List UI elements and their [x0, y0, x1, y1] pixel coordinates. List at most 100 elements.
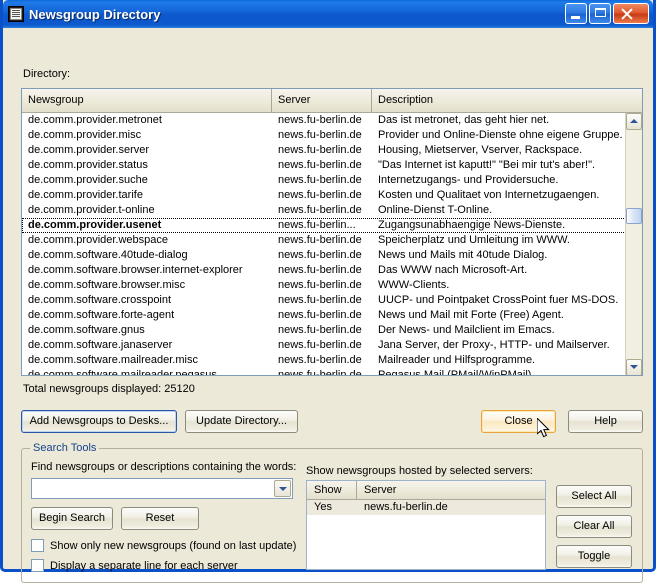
servers-rows: Yesnews.fu-berlin.de — [307, 500, 545, 515]
cell-server: news.fu-berlin.de — [272, 233, 372, 248]
cell-server: news.fu-berlin.de — [272, 203, 372, 218]
chevron-down-icon[interactable] — [274, 480, 291, 497]
show-only-new-checkbox[interactable]: Show only new newsgroups (found on last … — [31, 539, 296, 552]
column-header-newsgroup[interactable]: Newsgroup — [22, 89, 272, 112]
cell-newsgroup: de.comm.provider.tarife — [22, 188, 272, 203]
cell-server: news.fu-berlin.de — [272, 353, 372, 368]
table-row[interactable]: de.comm.software.gnusnews.fu-berlin.deDe… — [22, 323, 642, 338]
newsgroup-directory-window: Newsgroup Directory Directory: Newsgroup… — [0, 0, 656, 572]
toggle-button[interactable]: Toggle — [556, 545, 632, 568]
cell-server: news.fu-berlin.de — [272, 278, 372, 293]
table-row[interactable]: de.comm.software.browser.internet-explor… — [22, 263, 642, 278]
cell-server: news.fu-berlin.de — [272, 158, 372, 173]
scroll-down-icon[interactable] — [626, 359, 642, 376]
title-bar[interactable]: Newsgroup Directory — [3, 0, 653, 28]
cell-newsgroup: de.comm.software.crosspoint — [22, 293, 272, 308]
table-row[interactable]: de.comm.provider.webspacenews.fu-berlin.… — [22, 233, 642, 248]
cell-newsgroup: de.comm.provider.usenet — [22, 218, 272, 233]
cell-server: news.fu-berlin.de — [272, 248, 372, 263]
table-row[interactable]: de.comm.provider.suchenews.fu-berlin.deI… — [22, 173, 642, 188]
separate-line-checkbox[interactable]: Display a separate line for each server — [31, 559, 238, 572]
newsgroup-listview[interactable]: Newsgroup Server Description de.comm.pro… — [21, 88, 643, 376]
table-row[interactable]: de.comm.software.forte-agentnews.fu-berl… — [22, 308, 642, 323]
cell-description: "Das Internet ist kaputt!" "Bei mir tut'… — [372, 158, 642, 173]
cell-description: Das WWW nach Microsoft-Art. — [372, 263, 642, 278]
cell-server: news.fu-berlin.de — [272, 113, 372, 128]
cell-server-name: news.fu-berlin.de — [357, 500, 545, 515]
cell-newsgroup: de.comm.provider.metronet — [22, 113, 272, 128]
cell-server: news.fu-berlin.de — [272, 323, 372, 338]
add-newsgroups-button[interactable]: Add Newsgroups to Desks... — [21, 410, 177, 433]
cell-newsgroup: de.comm.software.gnus — [22, 323, 272, 338]
cell-server: news.fu-berlin.de — [272, 308, 372, 323]
separate-line-label: Display a separate line for each server — [50, 560, 238, 572]
table-row[interactable]: de.comm.software.crosspointnews.fu-berli… — [22, 293, 642, 308]
minimize-button[interactable] — [565, 3, 587, 24]
listview-header: Newsgroup Server Description — [22, 89, 642, 113]
cell-description: Das ist metronet, das geht hier net. — [372, 113, 642, 128]
cell-description: News und Mails mit 40tude Dialog. — [372, 248, 642, 263]
table-row[interactable]: de.comm.provider.miscnews.fu-berlin.dePr… — [22, 128, 642, 143]
client-area: Directory: Newsgroup Server Description … — [3, 28, 653, 569]
cell-newsgroup: de.comm.software.forte-agent — [22, 308, 272, 323]
server-row[interactable]: Yesnews.fu-berlin.de — [307, 500, 545, 515]
close-window-button[interactable] — [613, 3, 649, 24]
total-newsgroups-status: Total newsgroups displayed: 25120 — [23, 383, 195, 395]
table-row[interactable]: de.comm.software.browser.miscnews.fu-ber… — [22, 278, 642, 293]
listview-scrollbar[interactable] — [625, 113, 642, 376]
cell-server: news.fu-berlin.de — [272, 293, 372, 308]
cell-server: news.fu-berlin.de — [272, 338, 372, 353]
servers-listview[interactable]: Show Server Yesnews.fu-berlin.de — [306, 480, 546, 570]
column-header-server[interactable]: Server — [272, 89, 372, 112]
cell-description: Der News- und Mailclient im Emacs. — [372, 323, 642, 338]
cell-server: news.fu-berlin.de — [272, 143, 372, 158]
update-directory-button[interactable]: Update Directory... — [185, 410, 298, 433]
checkbox-box[interactable] — [31, 539, 44, 552]
column-header-show[interactable]: Show — [307, 481, 357, 499]
cell-server: news.fu-berlin... — [272, 218, 372, 233]
cell-server: news.fu-berlin.de — [272, 263, 372, 278]
cell-server: news.fu-berlin.de — [272, 368, 372, 376]
begin-search-button[interactable]: Begin Search — [31, 507, 113, 530]
search-words-combo[interactable] — [31, 478, 293, 499]
reset-button[interactable]: Reset — [121, 507, 199, 530]
table-row[interactable]: de.comm.software.mailreader.miscnews.fu-… — [22, 353, 642, 368]
scrollbar-thumb[interactable] — [626, 208, 642, 224]
cell-description: Zugangsunabhaengige News-Dienste. — [372, 218, 642, 233]
cell-description: Housing, Mietserver, Vserver, Rackspace. — [372, 143, 642, 158]
close-button[interactable]: Close — [481, 410, 556, 433]
directory-label: Directory: — [23, 68, 70, 80]
table-row[interactable]: de.comm.software.janaservernews.fu-berli… — [22, 338, 642, 353]
table-row[interactable]: de.comm.provider.tarifenews.fu-berlin.de… — [22, 188, 642, 203]
cell-description: WWW-Clients. — [372, 278, 642, 293]
cell-show: Yes — [307, 500, 357, 515]
table-row[interactable]: de.comm.provider.statusnews.fu-berlin.de… — [22, 158, 642, 173]
checkbox-box[interactable] — [31, 559, 44, 572]
find-words-label: Find newsgroups or descriptions containi… — [31, 461, 296, 473]
table-row[interactable]: de.comm.provider.metronetnews.fu-berlin.… — [22, 113, 642, 128]
column-header-server-name[interactable]: Server — [357, 481, 535, 499]
table-row[interactable]: de.comm.provider.t-onlinenews.fu-berlin.… — [22, 203, 642, 218]
cell-newsgroup: de.comm.software.40tude-dialog — [22, 248, 272, 263]
table-row[interactable]: de.comm.software.40tude-dialognews.fu-be… — [22, 248, 642, 263]
select-all-button[interactable]: Select All — [556, 485, 632, 508]
cell-server: news.fu-berlin.de — [272, 173, 372, 188]
clear-all-button[interactable]: Clear All — [556, 515, 632, 538]
newspaper-icon — [8, 6, 24, 22]
cell-newsgroup: de.comm.provider.status — [22, 158, 272, 173]
window-controls — [565, 3, 649, 24]
cell-newsgroup: de.comm.software.mailreader.misc — [22, 353, 272, 368]
cell-description: Online-Dienst T-Online. — [372, 203, 642, 218]
cell-description: Kosten und Qualitaet von Internetzugaeng… — [372, 188, 642, 203]
help-button[interactable]: Help — [568, 410, 643, 433]
table-row[interactable]: de.comm.software.mailreader.pegasusnews.… — [22, 368, 642, 376]
cell-description: News und Mail mit Forte (Free) Agent. — [372, 308, 642, 323]
scroll-up-icon[interactable] — [626, 113, 642, 130]
table-row[interactable]: de.comm.provider.servernews.fu-berlin.de… — [22, 143, 642, 158]
cell-description: Speicherplatz und Umleitung im WWW. — [372, 233, 642, 248]
maximize-button[interactable] — [589, 3, 611, 24]
column-header-description[interactable]: Description — [372, 89, 642, 112]
cell-newsgroup: de.comm.software.browser.misc — [22, 278, 272, 293]
table-row[interactable]: de.comm.provider.usenetnews.fu-berlin...… — [22, 218, 642, 233]
cell-newsgroup: de.comm.software.mailreader.pegasus — [22, 368, 272, 376]
